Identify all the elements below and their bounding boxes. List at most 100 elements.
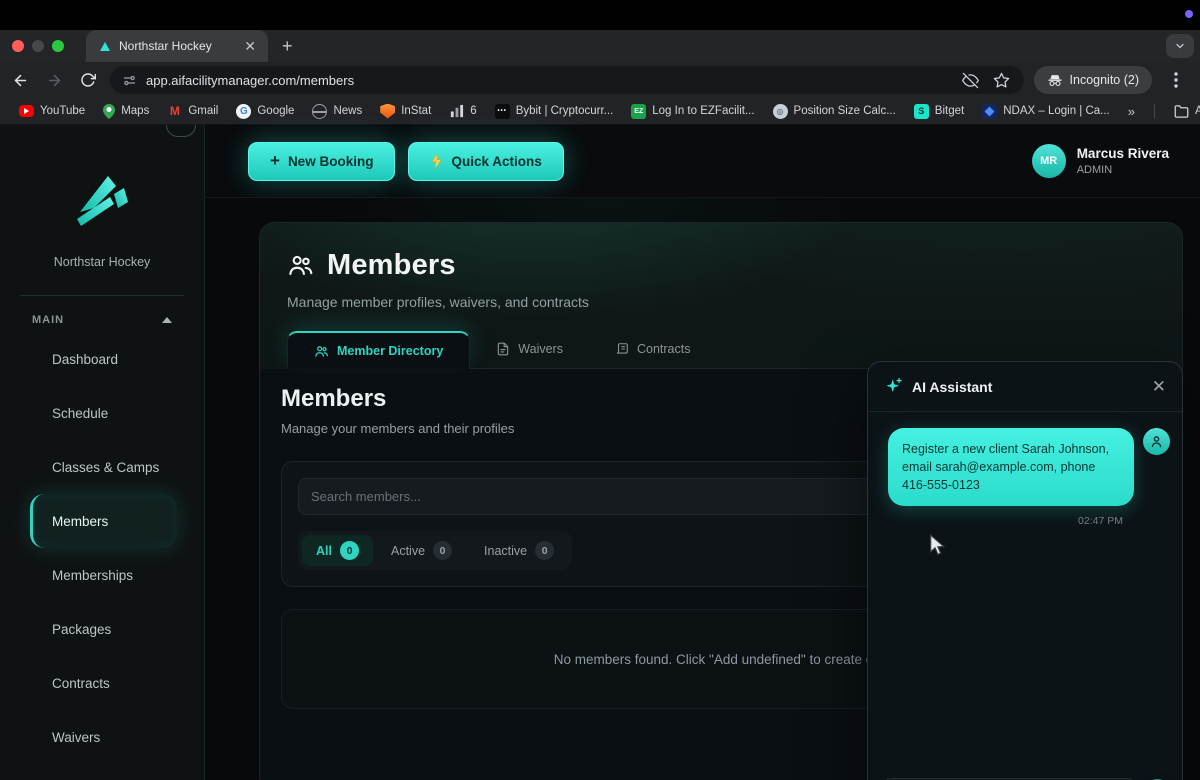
eye-off-icon[interactable] [962,72,979,89]
sparkle-icon [884,377,903,396]
bookmark-bybit[interactable]: •••Bybit | Cryptocurr... [486,100,623,122]
bookmarks-bar: YouTube Maps MGmail GGoogle News InStat … [0,98,1200,125]
user-role: ADMIN [1077,164,1169,176]
ndax-diamond-icon [982,104,997,119]
main-column: + New Booking Quick Actions MR Marcus Ri… [205,125,1200,780]
lightning-bolt-icon [430,153,443,169]
youtube-icon [19,105,34,117]
bookmark-label: 6 [470,105,476,117]
new-booking-button[interactable]: + New Booking [248,142,395,181]
tab-close-icon[interactable]: ✕ [240,37,260,55]
user-message-bubble: Register a new client Sarah Johnson, ema… [888,428,1134,506]
tab-label: Waivers [518,342,563,356]
tab-label: Member Directory [337,344,443,358]
window-close-button[interactable] [12,40,24,52]
url-text: app.aifacilitymanager.com/members [146,73,962,88]
bookmark-google[interactable]: GGoogle [227,100,303,122]
filter-label: All [316,544,332,558]
gmail-icon: M [167,104,182,119]
sidebar-item-label: Dashboard [52,352,118,367]
site-settings-icon[interactable] [122,73,137,88]
google-icon: G [236,104,251,119]
members-card-header: Members Manage member profiles, waivers,… [260,223,1182,369]
screen: Northstar Hockey ✕ + app.aifacilitymanag… [0,0,1200,780]
bookmark-label: Position Size Calc... [794,105,896,117]
chevron-down-icon [1174,40,1186,52]
sidebar-item-schedule[interactable]: Schedule [30,386,177,440]
bookmark-label: Log In to EZFacilit... [652,105,754,117]
sidebar-item-packages[interactable]: Packages [30,602,177,656]
page-subtitle: Manage member profiles, waivers, and con… [287,294,1155,310]
all-bookmarks-button[interactable]: All Bookmarks [1165,100,1200,122]
ai-assistant-title: AI Assistant [912,379,1143,395]
document-icon [496,342,510,356]
empty-state-text: No members found. Click "Add undefined" … [554,652,889,667]
bookmark-ezfacility[interactable]: EZ Log In to EZFacilit... [622,100,763,122]
sidebar-item-waivers[interactable]: Waivers [30,710,177,764]
sidebar-item-memberships[interactable]: Memberships [30,548,177,602]
browser-tab[interactable]: Northstar Hockey ✕ [86,30,268,62]
bookmark-label: InStat [401,105,431,117]
bookmarks-overflow-button[interactable]: » [1119,100,1144,122]
browser-toolbar: app.aifacilitymanager.com/members Incogn… [0,62,1200,98]
divider [20,295,184,296]
bookmark-label: Bybit | Cryptocurr... [516,105,614,117]
double-chevron-icon: » [1128,104,1135,119]
bookmark-star-icon[interactable] [993,72,1010,89]
tab-search-chevron-button[interactable] [1166,34,1194,58]
tab-member-directory[interactable]: Member Directory [287,331,470,369]
tab-contracts[interactable]: Contracts [589,330,717,368]
bookmark-6[interactable]: 6 [440,100,485,122]
sidebar-collapse-button[interactable] [166,125,196,137]
filter-inactive[interactable]: Inactive 0 [470,535,568,566]
user-message-row: Register a new client Sarah Johnson, ema… [888,428,1170,506]
bookmark-label: Gmail [188,105,218,117]
address-bar[interactable]: app.aifacilitymanager.com/members [110,66,1024,94]
new-tab-button[interactable]: + [282,37,293,55]
browser-menu-button[interactable] [1162,66,1190,94]
ez-icon: EZ [631,104,646,119]
sidebar-item-contracts[interactable]: Contracts [30,656,177,710]
reload-button[interactable] [74,66,102,94]
bookmark-ndax[interactable]: NDAX – Login | Ca... [973,100,1119,122]
bookmark-maps[interactable]: Maps [94,100,158,122]
bar-chart-icon [449,104,464,119]
sidebar-item-label: Contracts [52,676,110,691]
bookmark-label: YouTube [40,105,85,117]
app-topbar: + New Booking Quick Actions MR Marcus Ri… [205,125,1200,198]
bookmark-youtube[interactable]: YouTube [10,100,94,122]
back-button[interactable] [6,66,34,94]
bookmark-position-size[interactable]: ◎ Position Size Calc... [764,100,905,122]
quick-actions-label: Quick Actions [451,154,541,169]
sidebar-item-classes-camps[interactable]: Classes & Camps [30,440,177,494]
members-people-icon [287,252,314,279]
window-zoom-button[interactable] [52,40,64,52]
three-dots-icon [1174,72,1178,88]
message-timestamp: 02:47 PM [888,515,1123,527]
sidebar-section-header[interactable]: MAIN [32,314,172,326]
sidebar-item-members[interactable]: Members [30,494,177,548]
bookmark-news[interactable]: News [303,100,371,122]
calculator-coin-icon: ◎ [773,104,788,119]
quick-actions-button[interactable]: Quick Actions [408,142,563,181]
maps-pin-icon [103,104,115,119]
bookmark-label: Maps [121,105,149,117]
ai-assistant-header: AI Assistant ✕ [868,362,1182,412]
forward-button[interactable] [40,66,68,94]
filter-active[interactable]: Active 0 [377,535,466,566]
close-icon[interactable]: ✕ [1152,378,1166,395]
bookmark-label: Bitget [935,105,964,117]
sidebar-item-dashboard[interactable]: Dashboard [30,332,177,386]
incognito-badge[interactable]: Incognito (2) [1034,66,1152,94]
bookmark-instat[interactable]: InStat [371,100,440,122]
filter-all[interactable]: All 0 [302,535,373,566]
section-label: MAIN [32,314,64,326]
user-menu[interactable]: MR Marcus Rivera ADMIN [1032,144,1169,178]
browser-tabstrip: Northstar Hockey ✕ + [0,30,1200,62]
app-sidebar: Northstar Hockey MAIN Dashboard Schedule… [0,125,205,780]
bookmark-gmail[interactable]: M Gmail [158,100,227,122]
window-minimize-button[interactable] [32,40,44,52]
tab-waivers[interactable]: Waivers [470,330,589,368]
ai-message-area: Register a new client Sarah Johnson, ema… [868,412,1182,766]
bookmark-bitget[interactable]: SBitget [905,100,973,122]
